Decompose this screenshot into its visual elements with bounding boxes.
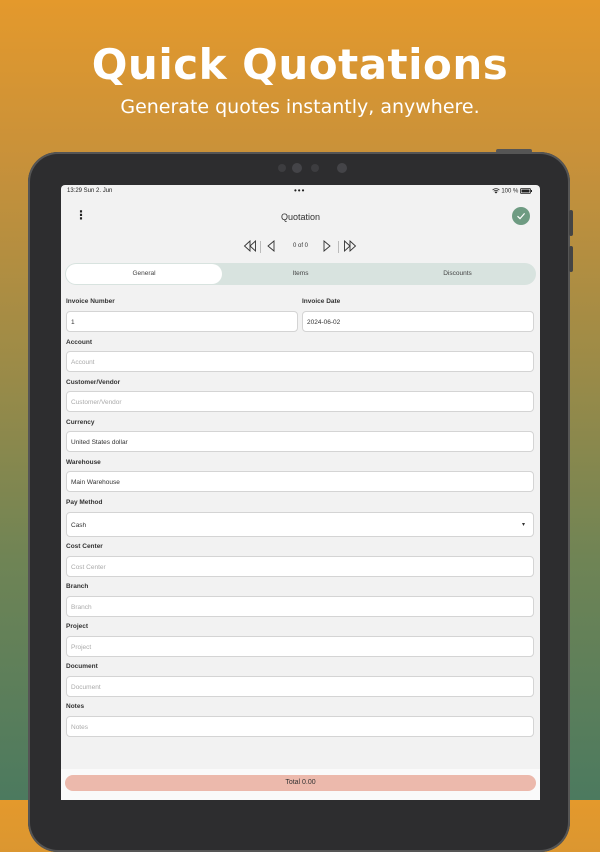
pay-method-label: Pay Method — [66, 499, 103, 506]
promo-subline: Generate quotes instantly, anywhere. — [120, 96, 480, 118]
status-bar: 13:29 Sun 2. Jun ••• 100 % — [61, 185, 540, 199]
currency-label: Currency — [66, 419, 95, 426]
cost-center-field[interactable]: Cost Center — [66, 556, 534, 577]
app-bar: ⋮ Quotation — [61, 203, 540, 231]
project-field[interactable]: Project — [66, 636, 534, 657]
cost-center-label: Cost Center — [66, 543, 103, 550]
record-pager: 0 of 0 — [61, 239, 540, 255]
invoice-number-field[interactable]: 1 — [66, 311, 298, 332]
account-label: Account — [66, 339, 92, 346]
last-record-icon[interactable] — [343, 239, 357, 253]
tab-bar: General Items Discounts — [65, 263, 536, 285]
invoice-date-label: Invoice Date — [302, 298, 341, 305]
tab-discounts[interactable]: Discounts — [379, 263, 536, 285]
notes-field[interactable]: Notes — [66, 716, 534, 737]
document-label: Document — [66, 663, 98, 670]
branch-label: Branch — [66, 583, 89, 590]
project-label: Project — [66, 623, 89, 630]
account-field[interactable]: Account — [66, 351, 534, 372]
tab-general[interactable]: General — [66, 264, 222, 284]
camera-lens — [292, 163, 302, 173]
tablet-screen: 13:29 Sun 2. Jun ••• 100 % ⋮ Quotation 0… — [61, 185, 540, 800]
pager-separator — [338, 241, 339, 253]
promo-headline: Quick Quotations — [91, 40, 509, 89]
tablet-side-button — [569, 210, 573, 236]
multitask-dots-icon[interactable]: ••• — [294, 186, 305, 195]
customer-vendor-field[interactable]: Customer/Vendor — [66, 391, 534, 412]
tablet-side-button — [569, 246, 573, 272]
document-field[interactable]: Document — [66, 676, 534, 697]
confirm-button[interactable] — [512, 207, 530, 225]
warehouse-field[interactable]: Main Warehouse — [66, 471, 534, 492]
chevron-down-icon: ▾ — [521, 522, 525, 528]
camera-dot — [337, 163, 347, 173]
camera-dot — [278, 164, 286, 172]
totals-footer: Total 0.00 — [61, 769, 540, 800]
status-time: 13:29 Sun 2. Jun — [67, 188, 113, 194]
status-battery: 100 % — [491, 188, 532, 195]
invoice-date-field[interactable]: 2024-06-02 — [302, 311, 534, 332]
branch-field[interactable]: Branch — [66, 596, 534, 617]
next-record-icon[interactable] — [321, 239, 333, 253]
pay-method-select[interactable]: Cash ▾ — [66, 512, 534, 537]
wifi-icon — [491, 188, 500, 194]
invoice-number-label: Invoice Number — [66, 298, 115, 305]
tab-items[interactable]: Items — [222, 263, 379, 285]
tablet-top-button — [496, 149, 532, 153]
check-icon — [517, 213, 526, 220]
battery-level: 100 % — [501, 188, 519, 195]
camera-dot — [311, 164, 319, 172]
page-title: Quotation — [280, 212, 321, 222]
warehouse-label: Warehouse — [66, 459, 101, 466]
record-count: 0 of 0 — [292, 243, 308, 249]
notes-label: Notes — [66, 703, 85, 710]
customer-vendor-label: Customer/Vendor — [66, 379, 121, 386]
total-bar[interactable]: Total 0.00 — [65, 775, 536, 791]
currency-field[interactable]: United States dollar — [66, 431, 534, 452]
pay-method-value: Cash — [71, 522, 87, 529]
battery-icon — [520, 188, 532, 194]
